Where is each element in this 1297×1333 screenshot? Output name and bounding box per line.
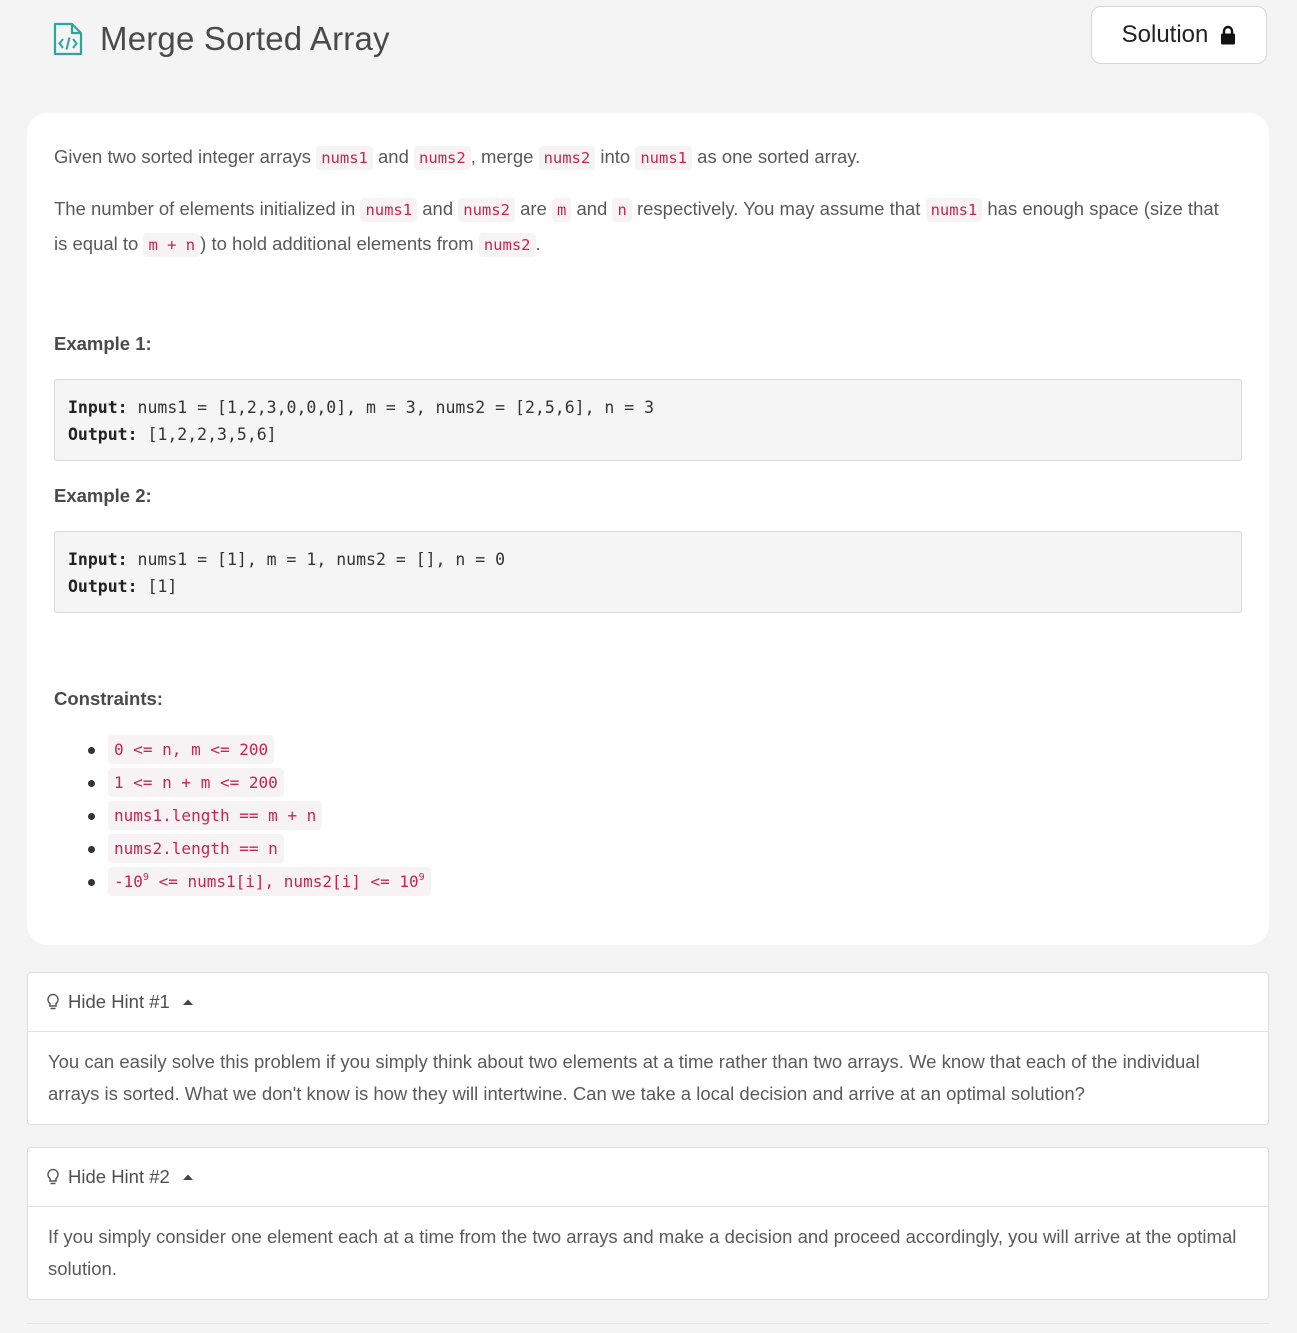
inline-code: m + n (143, 233, 201, 257)
output-value: [1,2,2,3,5,6] (137, 425, 277, 444)
output-label: Output: (68, 577, 138, 596)
solution-button-label: Solution (1121, 21, 1209, 48)
lightbulb-icon (47, 1168, 59, 1185)
output-label: Output: (68, 425, 138, 444)
hint-1-text: You can easily solve this problem if you… (48, 1051, 1200, 1104)
inline-code: nums1 (925, 198, 983, 222)
description-paragraph-2: The number of elements initialized in nu… (54, 192, 1219, 262)
input-label: Input: (68, 398, 128, 417)
output-value: [1] (137, 577, 178, 596)
constraint-item: -109 <= nums1[i], nums2[i] <= 109 (54, 865, 431, 898)
constraints-list: 0 <= n, m <= 200 1 <= n + m <= 200 nums1… (54, 733, 431, 898)
constraint-item: nums1.length == m + n (54, 799, 431, 832)
hint-1-label: Hide Hint #1 (68, 991, 170, 1012)
hint-2-label: Hide Hint #2 (68, 1166, 170, 1187)
example-2-block: Input: nums1 = [1], m = 1, nums2 = [], n… (54, 531, 1242, 613)
hint-2: Hide Hint #2 If you simply consider one … (27, 1147, 1269, 1300)
inline-code: nums2 (458, 198, 515, 222)
inline-code: n (612, 198, 632, 222)
divider (27, 1323, 1269, 1324)
example-2-heading: Example 2: (54, 485, 152, 506)
hint-1-toggle[interactable]: Hide Hint #1 (28, 973, 1268, 1032)
input-label: Input: (68, 550, 128, 569)
inline-code: nums1 (360, 198, 418, 222)
lock-icon (1221, 25, 1236, 45)
hint-1: Hide Hint #1 You can easily solve this p… (27, 972, 1269, 1125)
page-header: Merge Sorted Array Solution (0, 0, 1297, 80)
input-value: nums1 = [1,2,3,0,0,0], m = 3, nums2 = [2… (127, 398, 655, 417)
inline-code: m (551, 198, 572, 222)
constraints-heading: Constraints: (54, 688, 163, 709)
solution-button[interactable]: Solution (1091, 6, 1267, 64)
constraint-item: 0 <= n, m <= 200 (54, 733, 431, 766)
code-file-icon (53, 22, 83, 56)
problem-description: Given two sorted integer arrays nums1 an… (27, 113, 1269, 945)
hint-2-toggle[interactable]: Hide Hint #2 (28, 1148, 1268, 1207)
example-1-block: Input: nums1 = [1,2,3,0,0,0], m = 3, num… (54, 379, 1242, 461)
inline-code: nums1 (316, 146, 373, 170)
example-1-heading: Example 1: (54, 333, 152, 354)
caret-up-icon (182, 999, 193, 1005)
page-title: Merge Sorted Array (100, 20, 390, 57)
description-paragraph-1: Given two sorted integer arrays nums1 an… (54, 140, 1219, 175)
constraint-item: 1 <= n + m <= 200 (54, 766, 431, 799)
constraint-item: nums2.length == n (54, 832, 431, 865)
inline-code: nums1 (635, 146, 693, 170)
input-value: nums1 = [1], m = 1, nums2 = [], n = 0 (127, 550, 506, 569)
hint-2-text: If you simply consider one element each … (48, 1226, 1237, 1279)
caret-up-icon (182, 1174, 193, 1180)
inline-code: nums2 (414, 146, 471, 170)
inline-code: nums2 (478, 233, 536, 257)
lightbulb-icon (47, 993, 59, 1010)
inline-code: nums2 (538, 146, 596, 170)
